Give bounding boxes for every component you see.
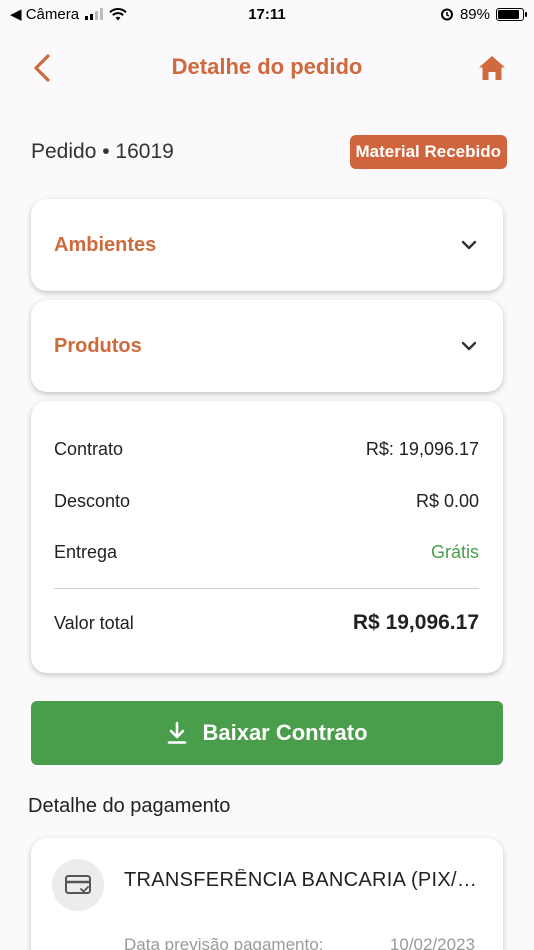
status-bar: ◀ Câmera 17:11 89%: [0, 0, 534, 28]
produtos-accordion-header[interactable]: Produtos: [31, 300, 503, 392]
back-to-app-link[interactable]: ◀ Câmera: [10, 5, 79, 23]
download-icon: [168, 721, 187, 744]
battery-icon: [496, 7, 527, 21]
order-number: Pedido • 16019: [31, 140, 174, 163]
credit-card-icon: [65, 875, 91, 894]
contract-row: Contrato R$: 19,096.17: [54, 439, 479, 460]
ambientes-title: Ambientes: [54, 233, 157, 256]
status-badge: Material Recebido: [349, 135, 507, 169]
download-contract-button[interactable]: Baixar Contrato: [31, 701, 503, 765]
discount-row: Desconto R$ 0.00: [54, 491, 479, 512]
order-summary-card: Contrato R$: 19,096.17 Desconto R$ 0.00 …: [31, 401, 503, 673]
delivery-row: Entrega Grátis: [54, 542, 479, 563]
battery-percentage: 89%: [459, 5, 490, 23]
payment-date-row: Data previsão pagamento: 10/02/2023: [124, 935, 475, 950]
payment-date-value: 10/02/2023: [389, 935, 475, 950]
delivery-label: Entrega: [54, 542, 118, 562]
alarm-icon: [440, 8, 453, 21]
ambientes-accordion-header[interactable]: Ambientes: [31, 199, 503, 291]
summary-divider: [54, 588, 479, 589]
total-row: Valor total R$ 19,096.17: [54, 611, 479, 635]
page-title: Detalhe do pedido: [171, 54, 363, 79]
payment-method: TRANSFERÊNCIA BANCARIA (PIX/TED): [124, 869, 486, 891]
wifi-icon: [109, 7, 127, 20]
total-value: R$ 19,096.17: [352, 611, 479, 634]
order-info-row: Pedido • 16019 Material Recebido: [31, 135, 507, 169]
home-icon: [479, 56, 505, 80]
discount-value: R$ 0.00: [415, 491, 479, 511]
payment-section-title: Detalhe do pagamento: [28, 795, 231, 817]
payment-date-label: Data previsão pagamento:: [124, 935, 324, 950]
payment-card: TRANSFERÊNCIA BANCARIA (PIX/TED) Data pr…: [31, 838, 503, 950]
home-button[interactable]: [474, 50, 510, 86]
delivery-value: Grátis: [430, 542, 479, 562]
discount-label: Desconto: [54, 491, 131, 511]
download-contract-label: Baixar Contrato: [202, 720, 368, 745]
chevron-down-icon: [461, 341, 477, 351]
contract-label: Contrato: [54, 439, 124, 459]
ambientes-accordion-card: Ambientes: [31, 199, 503, 291]
payment-icon-circle: [52, 859, 104, 911]
chevron-down-icon: [461, 240, 477, 250]
app-header: Detalhe do pedido: [0, 40, 534, 96]
produtos-accordion-card: Produtos: [31, 300, 503, 392]
contract-value: R$: 19,096.17: [365, 439, 479, 459]
produtos-title: Produtos: [54, 334, 142, 357]
total-label: Valor total: [54, 612, 134, 633]
signal-icon: [85, 8, 104, 20]
